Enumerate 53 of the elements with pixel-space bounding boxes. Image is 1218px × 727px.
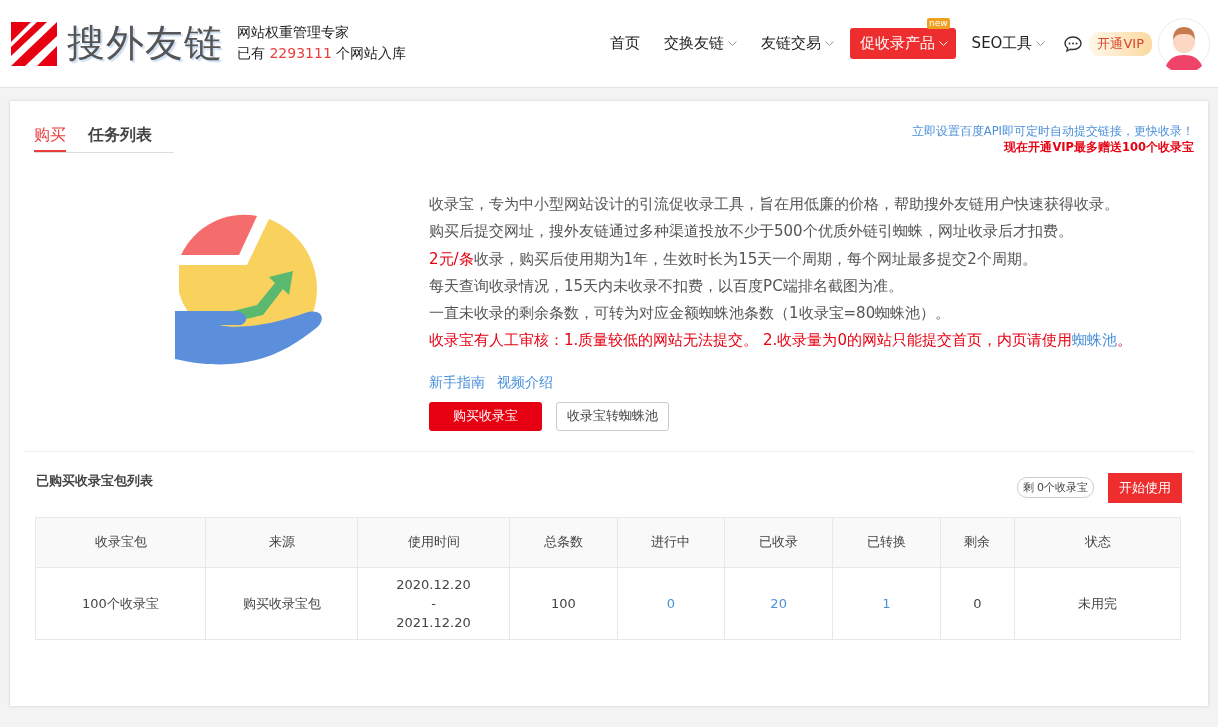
table-cell: 购买收录宝包 bbox=[205, 567, 358, 640]
table-cell[interactable]: 20 bbox=[724, 567, 833, 640]
logo-icon[interactable] bbox=[11, 21, 57, 66]
column-header: 状态 bbox=[1014, 517, 1181, 568]
column-header: 已转换 bbox=[832, 517, 941, 568]
tab[interactable]: 任务列表 bbox=[88, 125, 152, 152]
caret-icon bbox=[938, 40, 948, 47]
nav-item[interactable]: 首页 bbox=[601, 28, 648, 59]
convert-button[interactable]: 收录宝转蜘蛛池 bbox=[556, 401, 669, 431]
table-cell: 0 bbox=[940, 567, 1015, 640]
spider-pool-link[interactable]: 蜘蛛池 bbox=[1071, 331, 1117, 350]
column-header: 进行中 bbox=[617, 517, 725, 568]
description-text: 2元/条收录，购买后使用期为1年，生效时长为15天一个周期，每个网址最多提交2个周期。 bbox=[429, 248, 1038, 270]
description-text: 收录宝，专为中小型网站设计的引流促收录工具，旨在用低廉的价格，帮助搜外友链用户快速获得收录。 bbox=[429, 194, 1120, 215]
start-button[interactable]: 开始使用 bbox=[1108, 472, 1182, 503]
guide-link[interactable]: 新手指南 bbox=[429, 373, 485, 392]
table-cell: 100个收录宝 bbox=[35, 567, 206, 640]
site-count: 已有 2293111 个网站入库 bbox=[237, 45, 407, 63]
new-badge: new bbox=[927, 18, 950, 29]
section-title: 已购买收录宝包列表 bbox=[36, 471, 153, 490]
vip-promo-text: 现在开通VIP最多赠送100个收录宝 bbox=[1004, 140, 1194, 155]
description-text: 一直未收录的剩余条数，可转为对应金额蜘蛛池条数（1收录宝=80蜘蛛池）。 bbox=[429, 303, 952, 325]
nav-item[interactable]: 促收录产品 bbox=[849, 28, 956, 59]
remaining-badge: 剩 0个收录宝 bbox=[1016, 477, 1094, 499]
column-header: 总条数 bbox=[509, 517, 618, 568]
caret-icon bbox=[824, 40, 834, 47]
table-cell: 2020.12.20 - 2021.12.20 bbox=[357, 567, 510, 640]
column-header: 来源 bbox=[205, 517, 358, 568]
table-cell: 未用完 bbox=[1014, 567, 1181, 640]
column-header: 使用时间 bbox=[357, 517, 510, 568]
vip-button[interactable]: 开通VIP bbox=[1089, 31, 1152, 56]
nav-item[interactable]: SEO工具 bbox=[963, 28, 1054, 59]
logo-text[interactable]: 搜外友链 bbox=[67, 18, 223, 69]
caret-icon bbox=[727, 40, 737, 47]
column-header: 已收录 bbox=[724, 517, 833, 568]
avatar-icon[interactable] bbox=[1158, 17, 1210, 70]
tab[interactable]: 购买 bbox=[34, 125, 66, 152]
table-cell[interactable]: 0 bbox=[617, 567, 725, 640]
table-cell[interactable]: 1 bbox=[832, 567, 941, 640]
description-text: 每天查询收录情况，15天内未收录不扣费，以百度PC端排名截图为准。 bbox=[429, 275, 904, 297]
chat-icon[interactable] bbox=[1063, 34, 1084, 53]
buy-button[interactable]: 购买收录宝 bbox=[429, 401, 542, 431]
caret-icon bbox=[1036, 40, 1046, 47]
description-text: 购买后提交网址，搜外友链通过多种渠道投放不少于500个优质外链引蜘蛛，网址收录后才扣费。 bbox=[429, 221, 1074, 243]
api-setup-link[interactable]: 立即设置百度API即可定时自动提交链接，更快收录！ bbox=[911, 124, 1194, 139]
nav-item[interactable]: 友链交易 bbox=[752, 28, 842, 59]
nav-item[interactable]: 交换友链 bbox=[655, 28, 745, 59]
table-cell: 100 bbox=[509, 567, 618, 640]
guide-link[interactable]: 视频介绍 bbox=[497, 373, 553, 392]
column-header: 收录宝包 bbox=[35, 517, 206, 568]
description-text: 收录宝有人工审核：1.质量较低的网站无法提交。 2.收录量为0的网站只能提交首页，内页请使用蜘蛛池。 bbox=[429, 330, 1132, 352]
tagline: 网站权重管理专家 bbox=[237, 24, 350, 42]
column-header: 剩余 bbox=[940, 517, 1015, 568]
